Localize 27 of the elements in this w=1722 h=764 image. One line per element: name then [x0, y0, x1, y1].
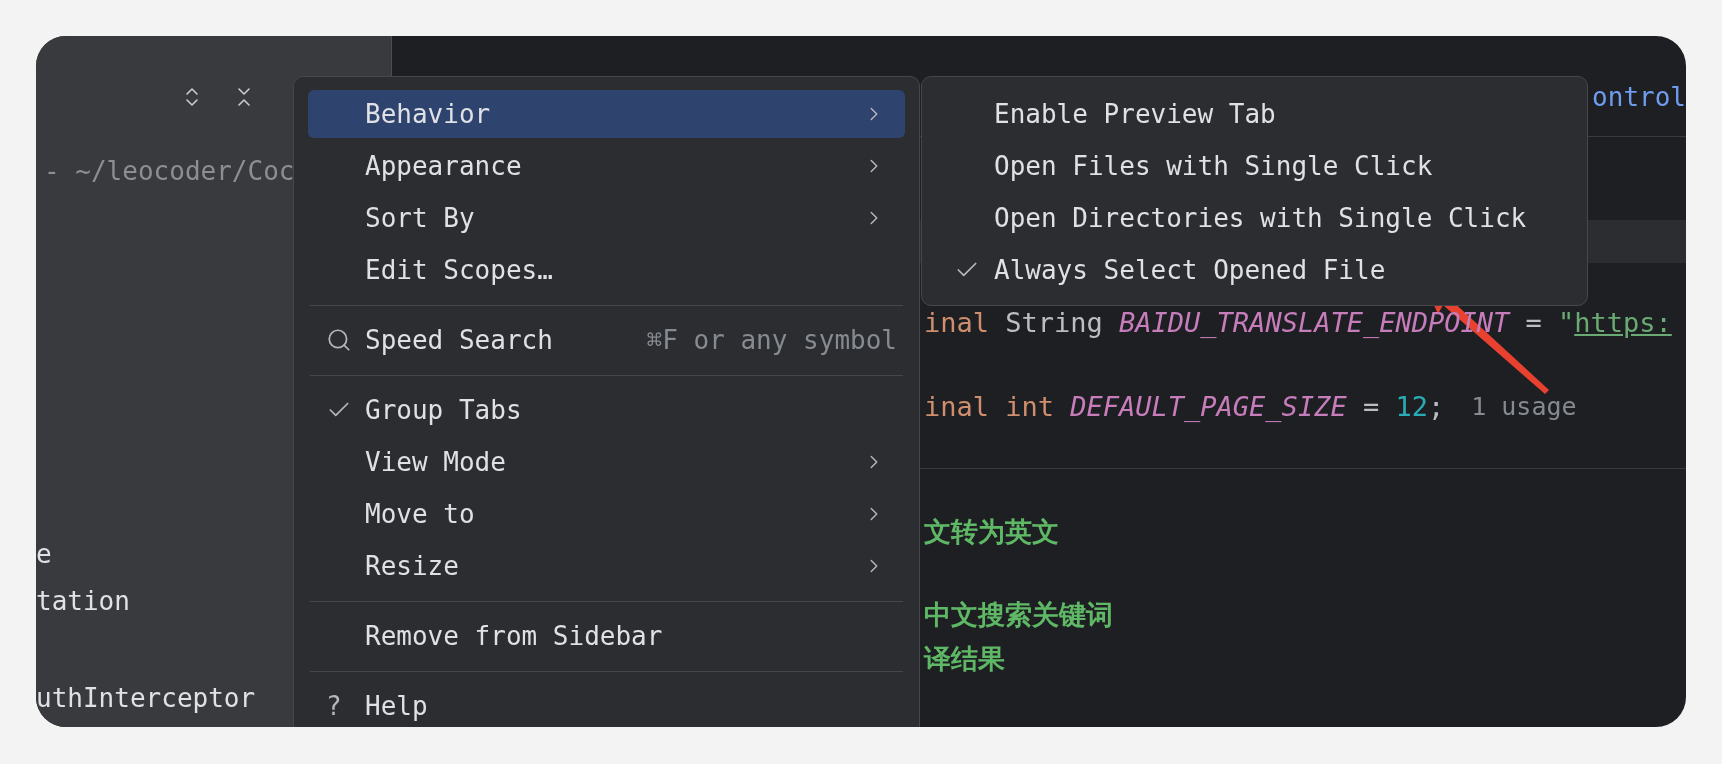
comment-line: 译结果: [924, 642, 1005, 676]
usage-hint: 1 usage: [1471, 391, 1577, 424]
submenu-item[interactable]: Always Select Opened File: [936, 246, 1573, 294]
menu-item[interactable]: Appearance: [308, 142, 905, 190]
code-line: inal int DEFAULT_PAGE_SIZE = 12;: [924, 389, 1445, 424]
menu-item[interactable]: Speed Search ⌘F or any symbol: [308, 316, 905, 364]
submenu-item[interactable]: Open Directories with Single Click: [936, 194, 1573, 242]
comment-line: 文转为英文: [924, 515, 1059, 549]
menu-item[interactable]: Behavior: [308, 90, 905, 138]
shortcut-hint: ⌘F or any symbol: [646, 323, 897, 357]
menu-item[interactable]: Sort By: [308, 194, 905, 242]
menu-item[interactable]: Edit Scopes…: [308, 246, 905, 294]
comment-line: 中文搜索关键词: [924, 598, 1113, 632]
menu-item[interactable]: ? Help: [308, 682, 905, 727]
menu-item[interactable]: Group Tabs: [308, 386, 905, 434]
tab-label[interactable]: ontrol: [1592, 78, 1686, 117]
submenu-item[interactable]: Open Files with Single Click: [936, 142, 1573, 190]
tree-item[interactable]: tation: [36, 583, 130, 619]
tree-item[interactable]: e: [36, 536, 52, 572]
menu-item[interactable]: View Mode: [308, 438, 905, 486]
search-icon: [326, 327, 352, 353]
tree-item[interactable]: uthInterceptor: [36, 680, 256, 716]
menu-item[interactable]: Move to: [308, 490, 905, 538]
submenu-item[interactable]: Enable Preview Tab: [936, 90, 1573, 138]
menu-item[interactable]: Resize: [308, 542, 905, 590]
menu-item[interactable]: Remove from Sidebar: [308, 612, 905, 660]
help-icon: ?: [326, 686, 342, 726]
